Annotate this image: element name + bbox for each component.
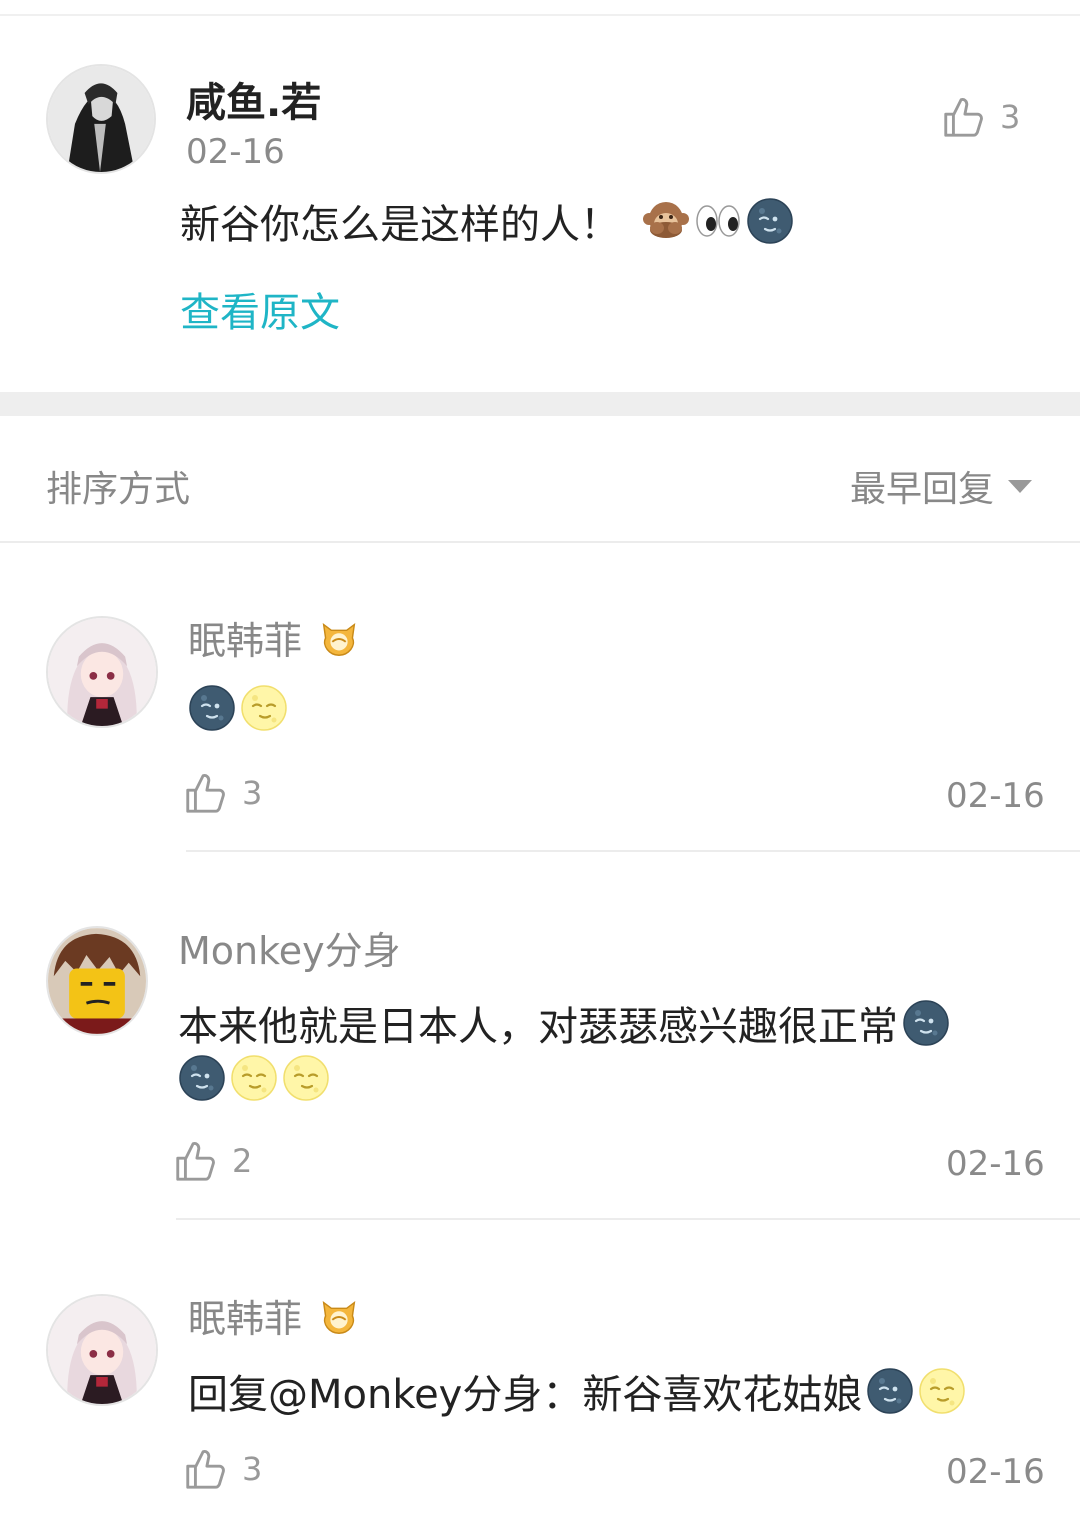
full-moon-face-icon [918, 1367, 966, 1415]
sort-label: 排序方式 [46, 469, 191, 510]
post-text: 新谷你怎么是这样的人！ [180, 192, 794, 250]
reply-author-name[interactable]: Monkey分身 [178, 920, 401, 975]
section-separator [0, 392, 1080, 416]
reply-author-row: 眠韩菲 [188, 610, 362, 665]
reply-author-name[interactable]: 眠韩菲 [188, 610, 302, 665]
reply-text: 本来他就是日本人，对瑟瑟感兴趣很正常 [178, 994, 950, 1052]
reply-divider [186, 850, 1080, 852]
reply-emoji-line [178, 1054, 330, 1102]
full-moon-face-icon [230, 1054, 278, 1102]
level-badge-icon [316, 615, 362, 661]
reply-date: 02-16 [946, 776, 1045, 816]
reply-text-content: 本来他就是日本人，对瑟瑟感兴趣很正常 [178, 1004, 898, 1050]
post-text-content: 新谷你怎么是这样的人！ [180, 202, 620, 248]
sort-dropdown[interactable]: 最早回复 [850, 460, 1033, 512]
reply-like-count: 3 [242, 774, 263, 812]
post-date: 02-16 [186, 132, 285, 172]
sort-value: 最早回复 [850, 469, 995, 510]
reply-like-button[interactable]: 3 [182, 770, 262, 816]
post-author-name[interactable]: 咸鱼.若 [186, 70, 321, 128]
new-moon-face-icon [866, 1367, 914, 1415]
reply-author-row: 眠韩菲 [188, 1288, 362, 1343]
thumbs-up-icon [172, 1138, 218, 1184]
reply-avatar[interactable] [46, 1294, 158, 1406]
new-moon-face-icon [746, 197, 794, 245]
reply-like-button[interactable]: 3 [182, 1446, 262, 1492]
reply-text-content: 回复@Monkey分身：新谷喜欢花姑娘 [188, 1372, 863, 1418]
reply-text: 回复@Monkey分身：新谷喜欢花姑娘 [188, 1362, 966, 1420]
monkey-hide-icon [642, 197, 690, 245]
reply-avatar[interactable] [46, 616, 158, 728]
reply-like-button[interactable]: 2 [172, 1138, 252, 1184]
new-moon-face-icon [188, 684, 236, 732]
reply-author-name[interactable]: 眠韩菲 [188, 1288, 302, 1343]
reply-date: 02-16 [946, 1452, 1045, 1492]
thumbs-up-icon [182, 1446, 228, 1492]
new-moon-face-icon [902, 999, 950, 1047]
reply-like-count: 2 [232, 1142, 253, 1180]
reply-divider [176, 1218, 1080, 1220]
chevron-down-icon [1008, 479, 1033, 493]
post-like-count: 3 [1000, 98, 1021, 136]
post-author-avatar[interactable] [46, 64, 156, 174]
view-original-link[interactable]: 查看原文 [180, 280, 340, 338]
reply-avatar[interactable] [46, 926, 148, 1036]
reply-date: 02-16 [946, 1144, 1045, 1184]
full-moon-face-icon [282, 1054, 330, 1102]
full-moon-face-icon [240, 684, 288, 732]
thumbs-up-icon [940, 94, 986, 140]
top-divider [0, 14, 1080, 16]
level-badge-icon [316, 1293, 362, 1339]
reply-text [188, 684, 288, 732]
post-like-button[interactable]: 3 [940, 94, 1020, 140]
reply-like-count: 3 [242, 1450, 263, 1488]
sort-divider [0, 541, 1080, 543]
new-moon-face-icon [178, 1054, 226, 1102]
thumbs-up-icon [182, 770, 228, 816]
eyes-icon [694, 197, 742, 245]
